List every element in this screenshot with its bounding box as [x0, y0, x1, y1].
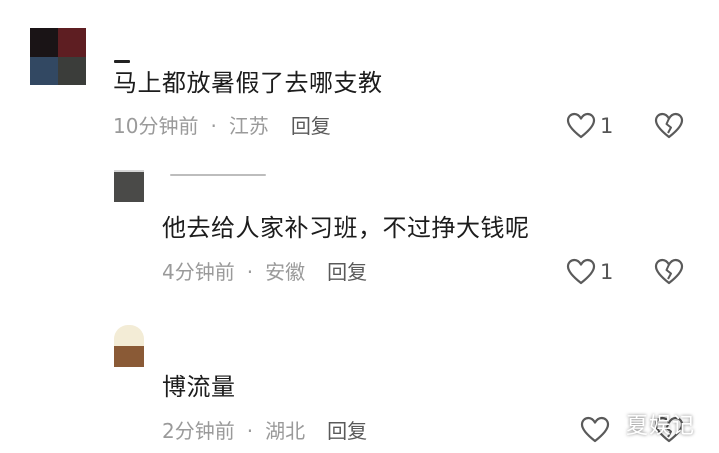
- broken-heart-icon[interactable]: [654, 258, 684, 286]
- avatar[interactable]: [114, 170, 144, 202]
- comment-text: 他去给人家补习班，不过挣大钱呢: [162, 214, 530, 242]
- separator: ·: [246, 260, 254, 284]
- comment-time: 4分钟前: [162, 260, 235, 284]
- reply-button[interactable]: 回复: [327, 419, 367, 443]
- heart-outline-icon[interactable]: [580, 416, 610, 444]
- comment-meta: 4分钟前 · 安徽 回复: [162, 260, 367, 284]
- comment-text: 博流量: [162, 373, 236, 401]
- username[interactable]: [170, 174, 266, 176]
- comment-location: 湖北: [265, 419, 306, 443]
- comment-location: 安徽: [265, 260, 306, 284]
- separator: ·: [210, 114, 217, 138]
- avatar[interactable]: [114, 325, 144, 367]
- like-count: 1: [600, 114, 614, 138]
- avatar[interactable]: [30, 28, 86, 85]
- comment-text: 马上都放暑假了去哪支教: [113, 69, 383, 97]
- reply-button[interactable]: 回复: [327, 260, 367, 284]
- comment-meta: 2分钟前 · 湖北 回复: [162, 419, 367, 443]
- comment-location: 江苏: [228, 114, 269, 138]
- like-count: 1: [600, 260, 614, 284]
- heart-outline-icon[interactable]: [566, 112, 596, 140]
- username[interactable]: [114, 60, 130, 63]
- broken-heart-icon[interactable]: [654, 112, 684, 140]
- comment-time: 10分钟前: [113, 114, 199, 138]
- comment-time: 2分钟前: [162, 419, 235, 443]
- watermark: 夏娱记: [626, 414, 696, 439]
- separator: ·: [246, 419, 254, 443]
- comment-meta: 10分钟前 · 江苏 回复: [113, 114, 331, 138]
- heart-outline-icon[interactable]: [566, 258, 596, 286]
- reply-button[interactable]: 回复: [291, 114, 331, 138]
